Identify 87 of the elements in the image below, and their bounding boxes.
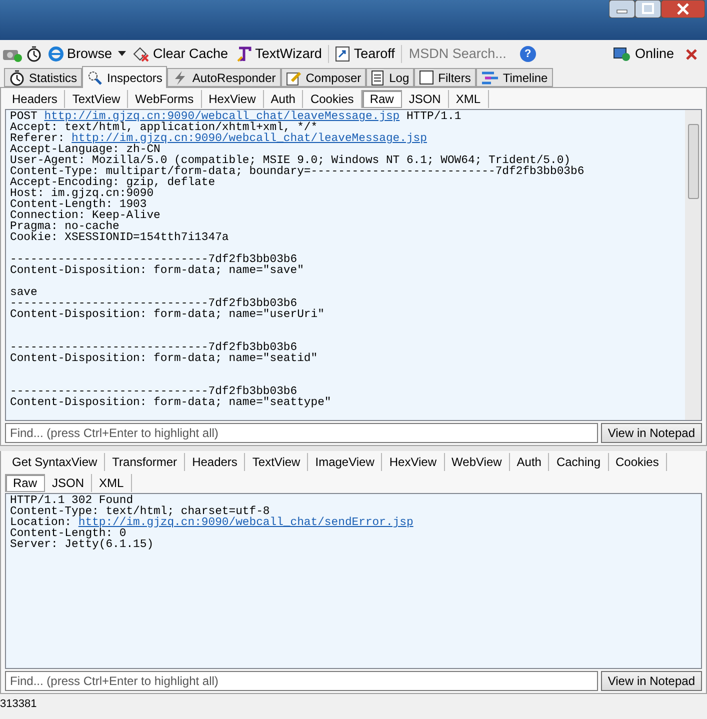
code-text: Server: Jetty(6.1.15) <box>10 539 154 551</box>
find-field[interactable]: Find... (press Ctrl+Enter to highlight all) <box>5 671 598 691</box>
tab[interactable]: Timeline <box>476 68 553 87</box>
code-text: Accept: text/html, application/xhtml+xml, */* <box>10 122 318 134</box>
tab[interactable]: Caching <box>549 452 608 470</box>
tab[interactable]: TextView <box>65 90 128 108</box>
code-text: -----------------------------7df2fb3bb03b6 <box>10 254 298 266</box>
view-in-notepad-button[interactable]: View in Notepad <box>600 671 702 691</box>
pencil-icon <box>286 70 302 86</box>
tearoff-button[interactable]: Tearoff <box>332 44 397 64</box>
code-text: POST <box>10 111 38 123</box>
tab[interactable]: JSON <box>45 474 92 492</box>
tab[interactable]: HexView <box>382 452 445 470</box>
tab[interactable]: TextView <box>245 452 308 470</box>
code-text: Content-Type: text/html; charset=utf-8 <box>10 506 270 518</box>
browse-button[interactable]: Browse <box>46 44 114 64</box>
code-text: Cookie: XSESSIONID=154tth7i1347a <box>10 232 229 244</box>
minimize-button[interactable] <box>609 0 635 18</box>
code-text: Content-Length: 0 <box>10 528 126 540</box>
link[interactable]: http://im.gjzq.cn:9090/webcall_chat/leaveMessage.jsp <box>44 111 400 123</box>
maximize-button[interactable] <box>635 0 661 18</box>
link[interactable]: http://im.gjzq.cn:9090/webcall_chat/sendError.jsp <box>78 517 414 529</box>
code-text: -----------------------------7df2fb3bb03b6 <box>10 298 298 310</box>
tab[interactable]: Composer <box>280 68 366 87</box>
stopwatch-icon[interactable] <box>26 46 42 62</box>
tab[interactable]: ImageView <box>308 452 382 470</box>
tab[interactable]: Raw <box>5 474 46 492</box>
tab[interactable]: AutoResponder <box>167 68 281 87</box>
view-in-notepad-button[interactable]: View in Notepad <box>600 423 702 443</box>
tab[interactable]: JSON <box>402 90 449 108</box>
code-text: Content-Length: 1903 <box>10 199 147 211</box>
online-button[interactable]: Online <box>612 44 674 64</box>
eraser-icon <box>132 46 150 62</box>
status-text: 313381 <box>0 698 37 710</box>
tab[interactable]: Transformer <box>105 452 186 470</box>
document-icon <box>371 70 386 86</box>
close-button[interactable] <box>661 0 705 18</box>
tab[interactable]: Headers <box>185 452 246 470</box>
tab[interactable]: Raw <box>362 90 402 108</box>
tab[interactable]: Inspectors <box>82 66 168 88</box>
code-text: -----------------------------7df2fb3bb03b6 <box>10 342 298 354</box>
code-text: Referer: <box>10 133 65 145</box>
code-text: -----------------------------7df2fb3bb03b6 <box>10 386 298 398</box>
code-text: save <box>10 287 38 299</box>
code-text: Content-Disposition: form-data; name="seattype" <box>10 397 332 409</box>
code-text: Connection: Keep-Alive <box>10 210 160 222</box>
checkbox-icon <box>419 70 434 85</box>
tab[interactable]: Filters <box>414 68 476 87</box>
stopwatch-icon <box>9 70 25 86</box>
clear-button[interactable]: Clear Cache <box>130 44 230 64</box>
tab[interactable]: WebView <box>444 452 510 470</box>
tab[interactable]: XML <box>92 474 132 492</box>
tab[interactable]: Auth <box>510 452 550 470</box>
code-text: Content-Disposition: form-data; name="userUri" <box>10 309 324 321</box>
help-icon[interactable]: ? <box>520 46 536 62</box>
code-text: Content-Type: multipart/form-data; boundary=---------------------------7df2fb3bb03b6 <box>10 166 584 178</box>
link[interactable]: http://im.gjzq.cn:9090/webcall_chat/leaveMessage.jsp <box>72 133 427 145</box>
tab[interactable]: HexView <box>202 90 264 108</box>
caret-icon[interactable] <box>118 51 126 57</box>
tab[interactable]: XML <box>448 90 489 108</box>
tab[interactable]: Cookies <box>608 452 667 470</box>
text-wizard-icon <box>236 46 252 62</box>
tearoff-icon <box>334 46 351 62</box>
magnifier-icon <box>87 70 104 86</box>
timeline-icon <box>480 70 499 84</box>
code-text: Content-Disposition: form-data; name="save" <box>10 265 304 277</box>
code-text: Accept-Encoding: gzip, deflate <box>10 177 216 189</box>
tab[interactable]: WebForms <box>128 90 202 108</box>
wizard-button[interactable]: TextWizard <box>234 44 324 64</box>
code-text: Host: im.gjzq.cn:9090 <box>10 188 154 200</box>
find-field[interactable]: Find... (press Ctrl+Enter to highlight all) <box>5 423 598 443</box>
code-text: HTTP/1.1 <box>405 111 462 123</box>
tab[interactable]: Log <box>366 68 414 87</box>
tab[interactable]: Headers <box>5 90 66 108</box>
code-text: HTTP/1.1 302 Found <box>10 495 134 507</box>
globe-icon <box>48 46 64 62</box>
network-icon <box>612 46 631 62</box>
scrollbar[interactable] <box>685 110 701 420</box>
code-text: Accept-Language: zh-CN <box>10 144 160 156</box>
code-text: Pragma: no-cache <box>10 221 120 233</box>
tab[interactable]: Get SyntaxView <box>5 452 106 470</box>
tab[interactable]: Statistics <box>4 68 82 87</box>
code-text: Content-Disposition: form-data; name="seatid" <box>10 353 318 365</box>
tab[interactable]: Auth <box>264 90 304 108</box>
close-icon[interactable] <box>686 48 697 60</box>
code-text: User-Agent: Mozilla/5.0 (compatible; MSIE 9.0; Windows NT 6.1; WOW64; Trident/5.0) <box>10 155 571 167</box>
code-text: Location: <box>10 517 72 529</box>
